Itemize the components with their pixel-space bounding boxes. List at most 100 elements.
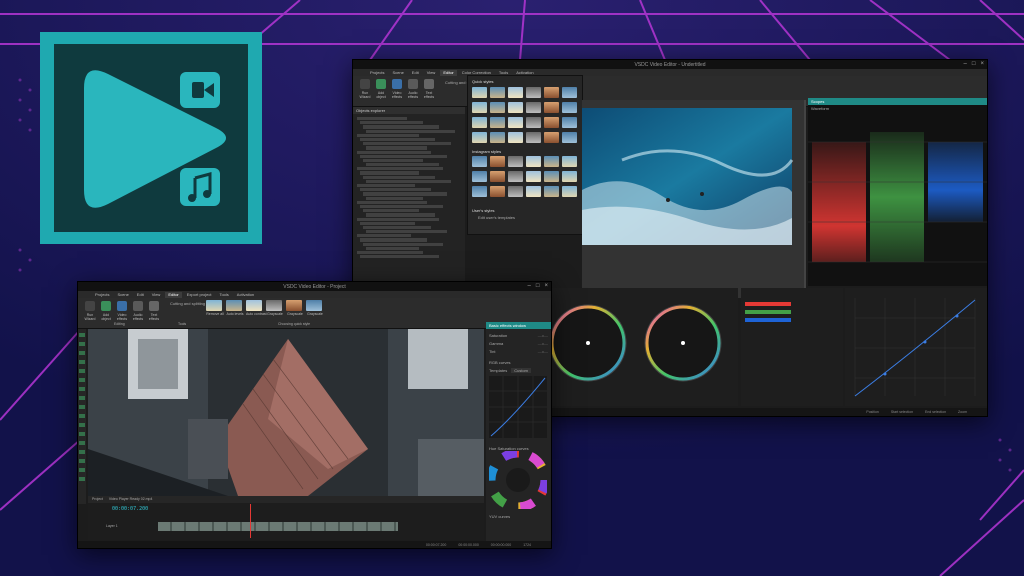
rgb-curves-label[interactable]: RGB curves xyxy=(489,360,548,365)
tree-item[interactable] xyxy=(363,125,439,129)
tree-item[interactable] xyxy=(357,150,431,154)
tint-row[interactable]: Tint —o— xyxy=(489,349,548,354)
style-thumbnail[interactable] xyxy=(562,171,577,182)
audio-effects-button[interactable]: Audio effects xyxy=(405,79,421,99)
scopes-mode-dropdown[interactable]: Waveform xyxy=(808,105,987,112)
tree-item[interactable] xyxy=(357,200,427,204)
style-thumbnail[interactable] xyxy=(526,156,541,167)
edit-user-templates-link[interactable]: Edit user's templates xyxy=(468,213,582,222)
tree-item[interactable] xyxy=(357,133,419,137)
yuv-curves-label[interactable]: YUV curves xyxy=(489,514,548,519)
style-thumbnail[interactable] xyxy=(490,102,505,113)
tree-item[interactable] xyxy=(366,213,435,217)
tree-item[interactable] xyxy=(360,121,423,125)
style-thumbnail[interactable] xyxy=(490,156,505,167)
red-level-bar[interactable] xyxy=(745,302,791,306)
tree-item[interactable] xyxy=(366,196,423,200)
style-thumbnail[interactable] xyxy=(508,132,523,143)
video-effects-button[interactable]: Video effects xyxy=(389,79,405,99)
tree-item[interactable] xyxy=(366,246,419,250)
quick-style-item[interactable]: Grayscale xyxy=(266,300,284,316)
tab-video-file[interactable]: Video Player Ready 02.mp4 xyxy=(109,496,153,503)
tree-item[interactable] xyxy=(363,142,451,146)
hue-wheel[interactable] xyxy=(486,448,550,512)
quick-style-item[interactable]: Remove all xyxy=(206,300,224,316)
style-thumbnail[interactable] xyxy=(508,171,523,182)
style-thumbnail[interactable] xyxy=(472,102,487,113)
tree-item[interactable] xyxy=(366,129,455,133)
tree-item[interactable] xyxy=(357,184,415,188)
style-thumbnail[interactable] xyxy=(508,102,523,113)
style-thumbnail[interactable] xyxy=(490,132,505,143)
tree-item[interactable] xyxy=(366,179,451,183)
curves-graph[interactable] xyxy=(845,288,987,406)
style-thumbnail[interactable] xyxy=(526,87,541,98)
add-object-button[interactable]: Add object xyxy=(373,79,389,99)
style-thumbnail[interactable] xyxy=(490,117,505,128)
text-effects-button[interactable]: Text effects xyxy=(421,79,437,99)
tree-item[interactable] xyxy=(357,117,407,121)
style-thumbnail[interactable] xyxy=(526,132,541,143)
style-thumbnail[interactable] xyxy=(508,87,523,98)
style-thumbnail[interactable] xyxy=(562,117,577,128)
tree-item[interactable] xyxy=(363,225,431,230)
style-thumbnail[interactable] xyxy=(508,186,523,197)
style-thumbnail[interactable] xyxy=(508,156,523,167)
quick-style-item[interactable]: Auto levels xyxy=(226,300,244,316)
video-clip[interactable] xyxy=(158,522,398,531)
tool-icons[interactable] xyxy=(79,333,85,483)
front-close-icon[interactable]: × xyxy=(544,283,548,289)
style-thumbnail[interactable] xyxy=(526,102,541,113)
tab-project[interactable]: Project xyxy=(92,496,103,503)
style-thumbnail[interactable] xyxy=(472,132,487,143)
style-thumbnail[interactable] xyxy=(472,117,487,128)
style-thumbnail[interactable] xyxy=(544,156,559,167)
front-audio-effects-button[interactable]: Audio effects xyxy=(130,301,146,321)
front-add-object-button[interactable]: Add object xyxy=(98,301,114,321)
style-thumbnail[interactable] xyxy=(526,171,541,182)
tree-item[interactable] xyxy=(357,234,411,238)
green-level-bar[interactable] xyxy=(745,310,791,314)
style-thumbnail[interactable] xyxy=(544,171,559,182)
style-thumbnail[interactable] xyxy=(562,186,577,197)
style-thumbnail[interactable] xyxy=(490,186,505,197)
front-minimize-icon[interactable]: – xyxy=(528,283,531,289)
tree-item[interactable] xyxy=(363,192,447,196)
rgb-curve-graph[interactable] xyxy=(489,376,547,438)
maximize-icon[interactable]: □ xyxy=(972,61,976,67)
front-maximize-icon[interactable]: □ xyxy=(536,283,540,289)
style-thumbnail[interactable] xyxy=(562,87,577,98)
tree-item[interactable] xyxy=(360,188,431,192)
tree-item[interactable] xyxy=(360,238,427,242)
style-thumbnail[interactable] xyxy=(508,117,523,128)
tree-item[interactable] xyxy=(360,171,419,175)
style-thumbnail[interactable] xyxy=(526,186,541,197)
tree-item[interactable] xyxy=(363,175,435,179)
tree-item[interactable] xyxy=(363,242,443,246)
playhead[interactable] xyxy=(250,504,251,538)
front-video-effects-button[interactable]: Video effects xyxy=(114,301,130,321)
style-thumbnail[interactable] xyxy=(490,171,505,182)
style-thumbnail[interactable] xyxy=(472,156,487,167)
style-thumbnail[interactable] xyxy=(562,102,577,113)
style-thumbnail[interactable] xyxy=(544,117,559,128)
blue-level-bar[interactable] xyxy=(745,318,791,322)
templates-row[interactable]: Templates Custom xyxy=(489,368,548,373)
quick-style-item[interactable]: Grayscale xyxy=(306,300,324,316)
style-thumbnail[interactable] xyxy=(544,102,559,113)
style-thumbnail[interactable] xyxy=(490,87,505,98)
style-thumbnail[interactable] xyxy=(544,186,559,197)
tree-item[interactable] xyxy=(363,209,419,213)
saturation-row[interactable]: Saturation —o— xyxy=(489,333,548,338)
style-thumbnail[interactable] xyxy=(544,87,559,98)
style-thumbnail[interactable] xyxy=(526,117,541,128)
tree-item[interactable] xyxy=(366,163,439,167)
front-text-effects-button[interactable]: Text effects xyxy=(146,301,162,321)
style-thumbnail[interactable] xyxy=(544,132,559,143)
front-cutting-splitting[interactable]: Cutting and splitting xyxy=(170,301,205,306)
tree-item[interactable] xyxy=(360,137,435,142)
tree-item[interactable] xyxy=(360,221,415,225)
tree-item[interactable] xyxy=(357,251,423,255)
style-thumbnail[interactable] xyxy=(472,186,487,197)
tree-item[interactable] xyxy=(360,154,447,158)
